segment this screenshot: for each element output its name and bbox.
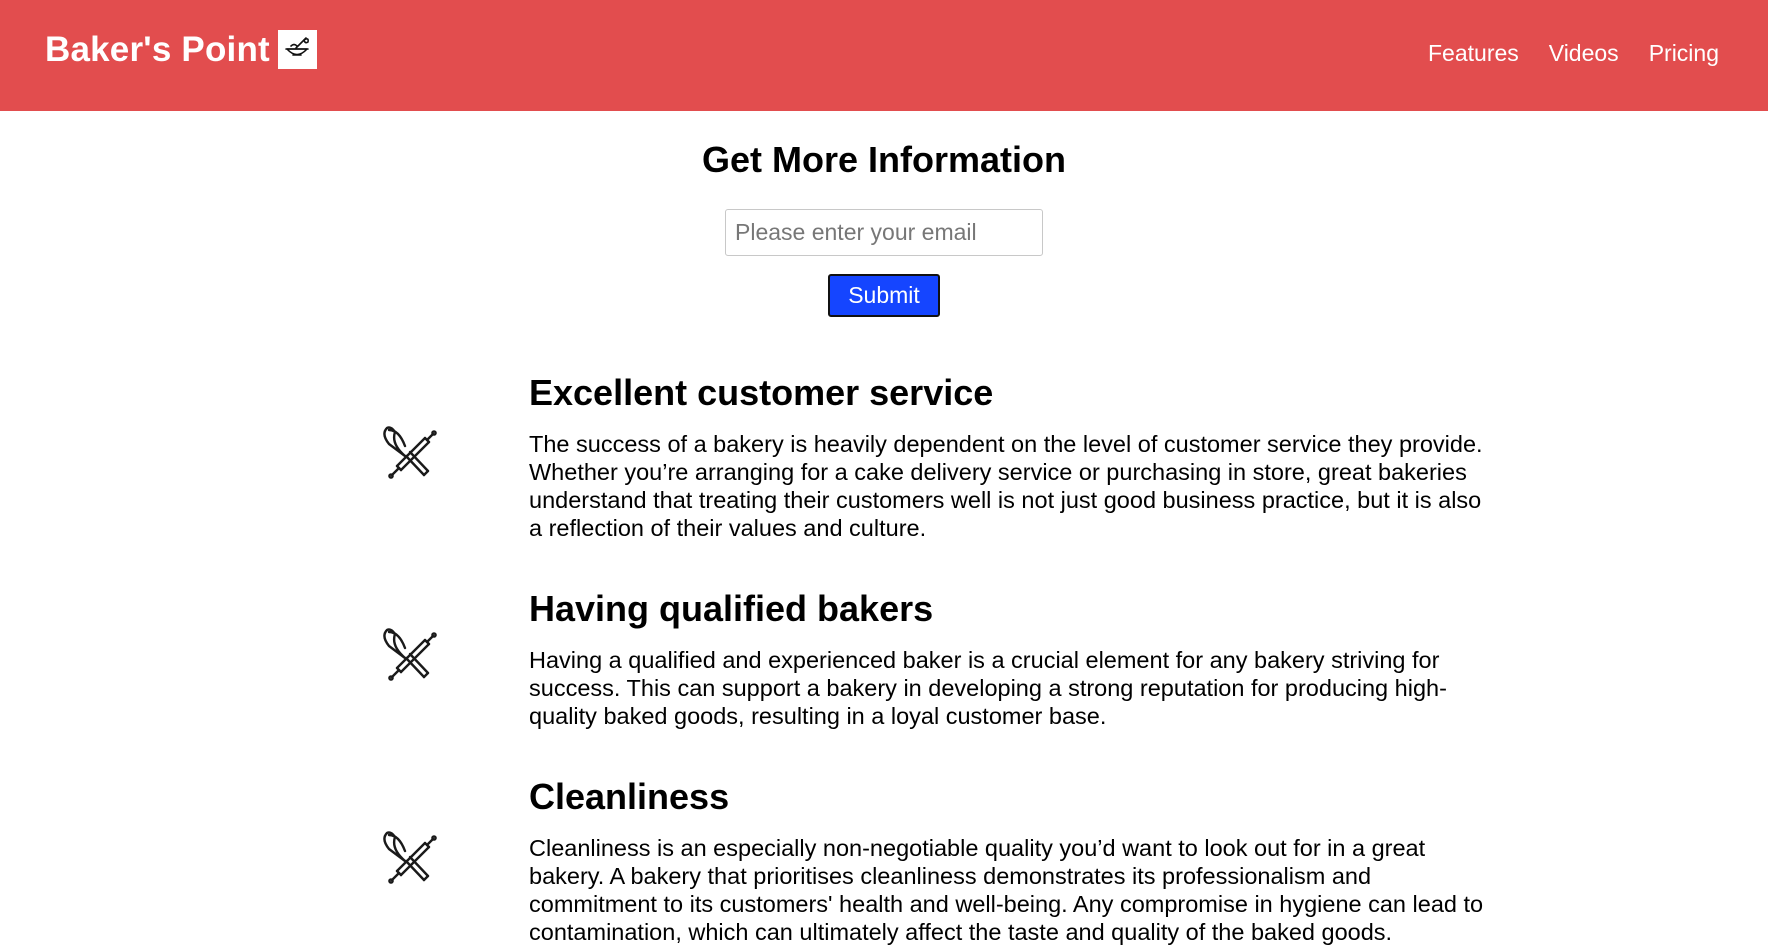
whisk-rolling-pin-icon [379, 827, 439, 887]
feature-description: The success of a bakery is heavily depen… [529, 431, 1483, 541]
email-input[interactable] [725, 209, 1043, 256]
feature-text: Excellent customer service The success o… [529, 372, 1489, 542]
nav-videos[interactable]: Videos [1549, 40, 1619, 67]
feature-title: Having qualified bakers [529, 588, 934, 629]
feature-description: Having a qualified and experienced baker… [529, 647, 1447, 729]
info-form: Get More Information Submit [0, 111, 1768, 317]
whisk-rolling-pin-icon [379, 422, 439, 482]
main-nav: Features Videos Pricing [1428, 40, 1719, 67]
brand-title[interactable]: Baker's Point [45, 30, 270, 70]
brand[interactable]: Baker's Point [45, 29, 317, 70]
nav-features[interactable]: Features [1428, 40, 1519, 67]
feature-title: Excellent customer service [529, 372, 994, 413]
whisk-rolling-pin-icon [379, 624, 439, 684]
feature-text: Cleanliness Cleanliness is an especially… [529, 776, 1489, 946]
form-title: Get More Information [701, 139, 1066, 180]
mixing-bowl-whisk-icon [277, 29, 317, 69]
nav-pricing[interactable]: Pricing [1649, 40, 1719, 67]
feature-description: Cleanliness is an especially non-negotia… [529, 835, 1484, 945]
site-header: Baker's Point Features Videos Pricing [0, 0, 1768, 111]
feature-title: Cleanliness [529, 776, 730, 817]
feature-text: Having qualified bakers Having a qualifi… [529, 588, 1489, 730]
submit-button[interactable]: Submit [828, 274, 940, 317]
